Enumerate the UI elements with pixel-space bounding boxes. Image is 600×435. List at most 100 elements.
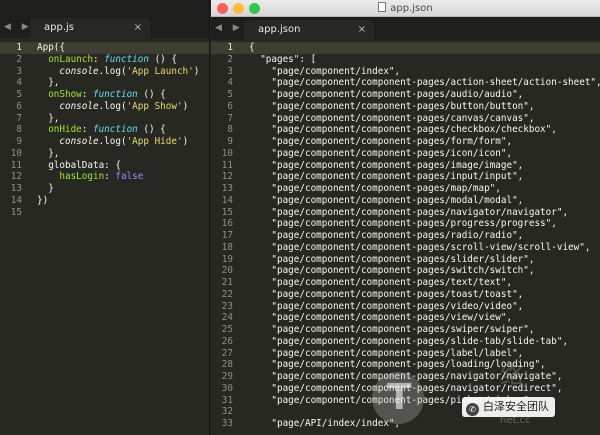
code-line[interactable]: 10 "page/component/component-pages/icon/… — [211, 148, 600, 160]
tab-close-icon[interactable]: × — [134, 18, 142, 38]
code-token: "page/component/component-pages/slider/s… — [249, 253, 535, 265]
line-number: 11 — [10, 159, 22, 171]
line-text: "page/component/index", — [249, 66, 400, 78]
code-line[interactable]: 11 "page/component/component-pages/image… — [211, 160, 600, 172]
code-line[interactable]: 14 "page/component/component-pages/modal… — [211, 195, 600, 207]
code-line[interactable]: 8 "page/component/component-pages/checkb… — [211, 124, 600, 136]
code-line[interactable]: 10 }, — [0, 148, 209, 160]
code-line[interactable]: 7 }, — [0, 113, 209, 125]
code-line[interactable]: 13 "page/component/component-pages/map/m… — [211, 183, 600, 195]
code-editor-app-json[interactable]: 1{2 "pages": [3 "page/component/index", 4… — [211, 42, 600, 430]
code-token: "page/component/component-pages/progress… — [249, 218, 557, 230]
code-line[interactable]: 9 console.log('App Hide') — [0, 136, 209, 148]
line-number: 5 — [16, 89, 22, 100]
code-token: App({ — [37, 42, 65, 53]
code-line[interactable]: 14}) — [0, 195, 209, 207]
code-editor-app-js[interactable]: 1 App({2 onLaunch: function () {3 console… — [0, 42, 209, 218]
code-token: 'App Hide' — [126, 136, 183, 147]
line-text: hasLogin: false — [37, 171, 143, 183]
code-line[interactable]: 21 "page/component/component-pages/text/… — [211, 277, 600, 289]
code-line[interactable]: 20 "page/component/component-pages/switc… — [211, 265, 600, 277]
line-text: "page/component/component-pages/action-s… — [249, 77, 600, 89]
left-tab-strip: ◀ ▶ app.js × — [0, 0, 209, 38]
code-line[interactable]: 2 "pages": [ — [211, 54, 600, 66]
code-token: "page/component/component-pages/map/map"… — [249, 183, 501, 194]
code-line[interactable]: 23 "page/component/component-pages/video… — [211, 301, 600, 313]
code-line[interactable]: 11 globalData: { — [0, 160, 209, 172]
code-line[interactable]: 6 "page/component/component-pages/button… — [211, 101, 600, 113]
tab-label: app.json — [258, 24, 301, 35]
line-text: onLaunch: function () { — [37, 54, 177, 66]
code-token: () { — [137, 124, 166, 136]
code-line[interactable]: 7 "page/component/component-pages/canvas… — [211, 113, 600, 125]
code-line[interactable]: 25 "page/component/component-pages/swipe… — [211, 324, 600, 336]
code-token: "page/component/component-pages/video/vi… — [249, 300, 524, 312]
code-line[interactable]: 12 hasLogin: false — [0, 171, 209, 183]
line-number: 13 — [221, 183, 233, 194]
tab-app-js[interactable]: app.js × — [30, 18, 150, 38]
code-line[interactable]: 9 "page/component/component-pages/form/f… — [211, 136, 600, 148]
code-line[interactable]: 4 "page/component/component-pages/action… — [211, 77, 600, 89]
line-text: }, — [37, 148, 59, 160]
tab-nav-arrows-icon[interactable]: ◀ ▶ — [4, 22, 33, 32]
code-line[interactable]: 16 "page/component/component-pages/progr… — [211, 218, 600, 230]
line-number: 19 — [221, 253, 233, 265]
line-text: }, — [37, 113, 59, 125]
line-number: 33 — [221, 418, 233, 429]
code-line[interactable]: 5 onShow: function () { — [0, 89, 209, 101]
line-number: 17 — [221, 230, 233, 241]
code-line[interactable]: 22 "page/component/component-pages/toast… — [211, 289, 600, 301]
code-token: hasLogin — [37, 171, 105, 183]
code-token: function — [92, 89, 138, 100]
code-line[interactable]: 5 "page/component/component-pages/audio/… — [211, 89, 600, 101]
code-line[interactable]: 12 "page/component/component-pages/input… — [211, 171, 600, 183]
line-text: "page/component/component-pages/icon/ico… — [249, 148, 512, 160]
line-text: } — [37, 183, 54, 195]
code-token: onLaunch — [37, 53, 93, 65]
line-text: globalData: { — [37, 160, 121, 172]
code-line[interactable]: 1{ — [211, 42, 600, 54]
code-line[interactable]: 19 "page/component/component-pages/slide… — [211, 254, 600, 266]
code-token: "page/component/component-pages/swiper/s… — [249, 324, 535, 335]
code-token: onShow — [37, 89, 82, 100]
code-line[interactable]: 15 — [0, 207, 209, 219]
code-line[interactable]: 4 }, — [0, 77, 209, 89]
code-line[interactable]: 6 console.log('App Show') — [0, 101, 209, 113]
code-token: onHide — [37, 124, 82, 136]
code-line[interactable]: 17 "page/component/component-pages/radio… — [211, 230, 600, 242]
code-line[interactable]: 3 console.log('App Launch') — [0, 66, 209, 78]
code-token: "page/component/component-pages/toast/to… — [249, 288, 524, 300]
code-token: .log( — [98, 136, 127, 147]
code-token: }, — [37, 77, 60, 89]
code-line[interactable]: 18 "page/component/component-pages/scrol… — [211, 242, 600, 254]
line-number: 28 — [221, 359, 233, 371]
code-token: ) — [182, 100, 189, 112]
window-titlebar[interactable]: app.json — [211, 0, 600, 17]
line-text: "page/component/component-pages/modal/mo… — [249, 195, 523, 207]
code-line[interactable]: 27 "page/component/component-pages/label… — [211, 348, 600, 360]
code-line[interactable]: 8 onHide: function () { — [0, 124, 209, 136]
line-text: "page/component/component-pages/button/b… — [249, 101, 534, 113]
code-line[interactable]: 3 "page/component/index", — [211, 66, 600, 78]
tab-nav-arrows-icon[interactable]: ◀ ▶ — [215, 23, 244, 33]
code-line[interactable]: 28 "page/component/component-pages/loadi… — [211, 359, 600, 371]
code-token: false — [115, 171, 144, 183]
code-token: "page/component/component-pages/icon/ico… — [249, 147, 513, 159]
line-text: "page/component/component-pages/canvas/c… — [249, 113, 534, 125]
code-token: } — [37, 183, 54, 194]
tab-close-icon[interactable]: × — [358, 20, 366, 40]
code-token: "page/component/component-pages/navigato… — [249, 206, 569, 218]
code-line[interactable]: 15 "page/component/component-pages/navig… — [211, 207, 600, 219]
wechat-icon: ✆ — [466, 403, 479, 416]
window-title: app.json — [211, 2, 600, 14]
line-number: 24 — [221, 312, 233, 324]
code-line[interactable]: 26 "page/component/component-pages/slide… — [211, 336, 600, 348]
code-line[interactable]: 24 "page/component/component-pages/view/… — [211, 312, 600, 324]
code-token: "page/component/component-pages/radio/ra… — [249, 230, 524, 241]
line-text: "page/component/component-pages/progress… — [249, 218, 557, 230]
code-line[interactable]: 2 onLaunch: function () { — [0, 54, 209, 66]
code-line[interactable]: 13 } — [0, 183, 209, 195]
code-line[interactable]: 1 App({ — [0, 42, 209, 54]
tab-app-json[interactable]: app.json × — [244, 20, 374, 40]
line-text: "page/component/component-pages/video/vi… — [249, 301, 523, 313]
